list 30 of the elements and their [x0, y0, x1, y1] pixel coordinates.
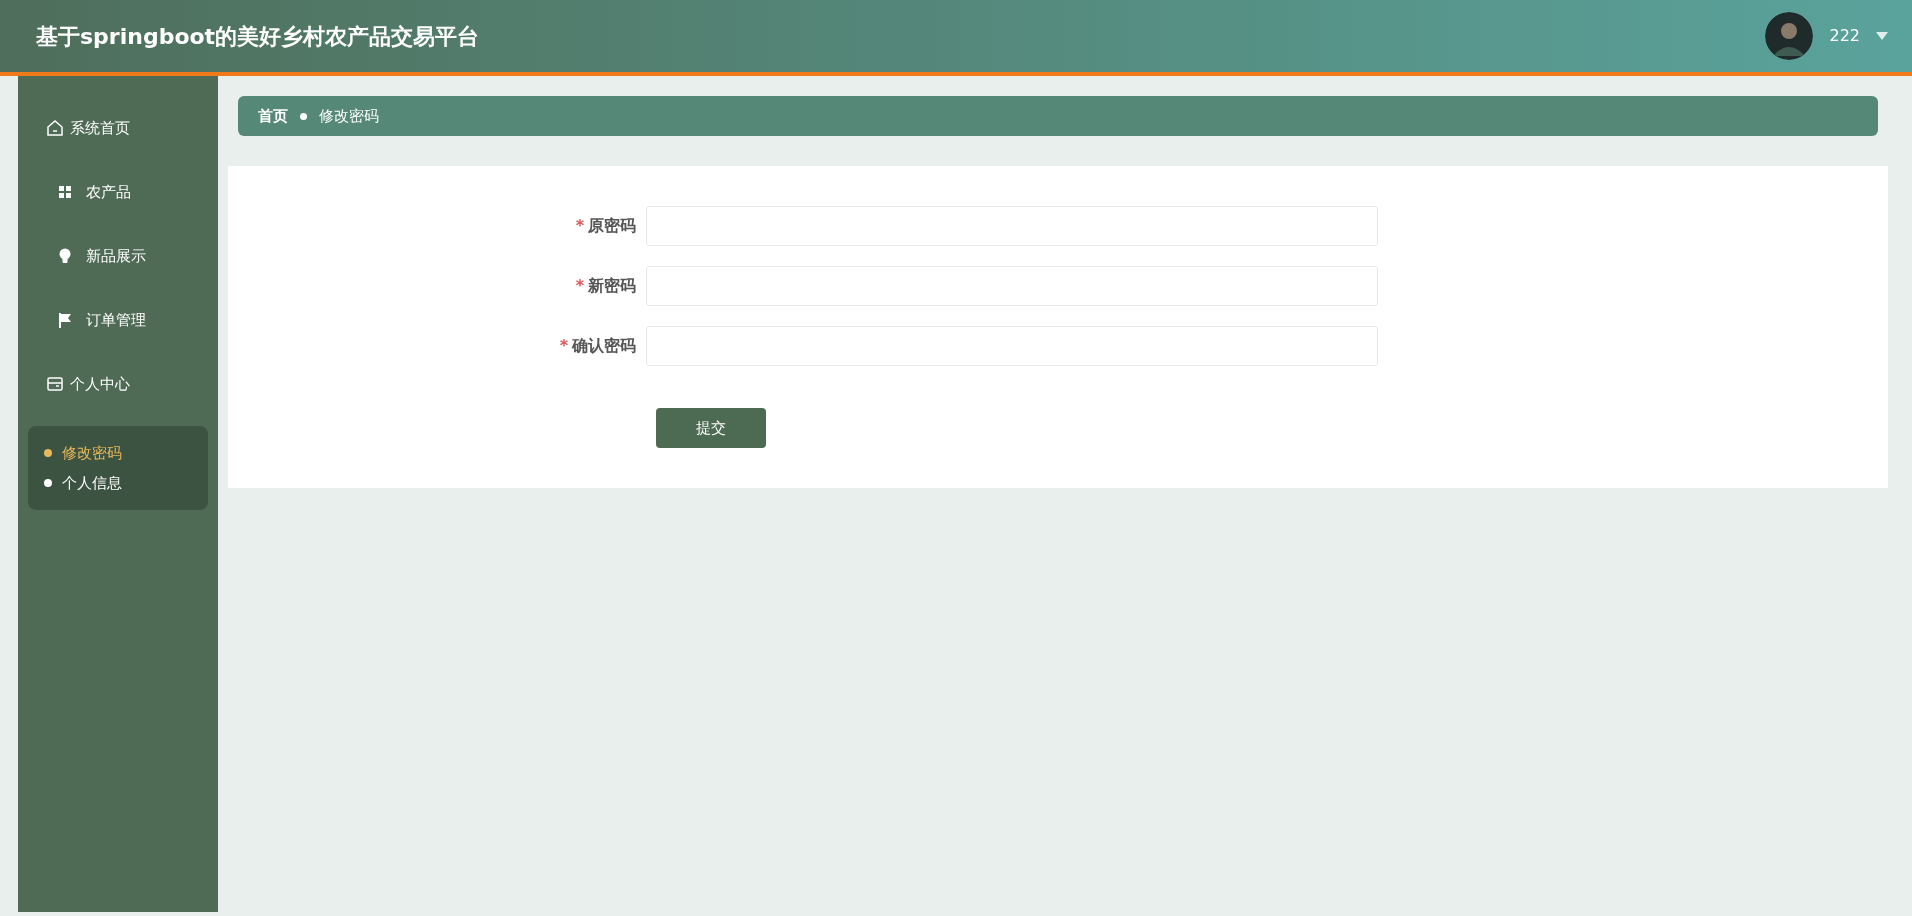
bullet-icon	[44, 479, 52, 487]
bullet-icon	[44, 449, 52, 457]
sidebar-item[interactable]: 个人中心	[18, 352, 218, 416]
username[interactable]: 222	[1829, 24, 1860, 48]
avatar[interactable]	[1765, 12, 1814, 60]
required-icon: *	[575, 216, 584, 235]
home-icon	[46, 119, 64, 137]
sidebar-item[interactable]: 新品展示	[18, 224, 218, 288]
submenu-item[interactable]: 个人信息	[44, 468, 208, 498]
sidebar-item[interactable]: 系统首页	[18, 96, 218, 160]
required-icon: *	[559, 336, 568, 355]
password-field[interactable]	[646, 326, 1378, 366]
grid-icon	[56, 183, 74, 201]
field-label: 确认密码	[572, 336, 636, 355]
flag-icon	[56, 311, 74, 329]
separator-icon	[300, 112, 307, 120]
app-title: 基于springboot的美好乡村农产品交易平台	[36, 22, 480, 51]
password-field[interactable]	[646, 266, 1378, 306]
submenu-item[interactable]: 修改密码	[44, 438, 208, 468]
field-label: 新密码	[588, 276, 636, 295]
caret-icon[interactable]	[1876, 32, 1888, 40]
card-icon	[46, 375, 64, 393]
breadcrumb-item: 修改密码	[319, 105, 379, 127]
field-label: 原密码	[588, 216, 636, 235]
required-icon: *	[575, 276, 584, 295]
password-field[interactable]	[646, 206, 1378, 246]
breadcrumb-item[interactable]: 首页	[258, 104, 288, 128]
submit-button[interactable]: 提交	[656, 408, 766, 448]
sidebar-item[interactable]: 农产品	[18, 160, 218, 224]
sidebar-item[interactable]: 订单管理	[18, 288, 218, 352]
